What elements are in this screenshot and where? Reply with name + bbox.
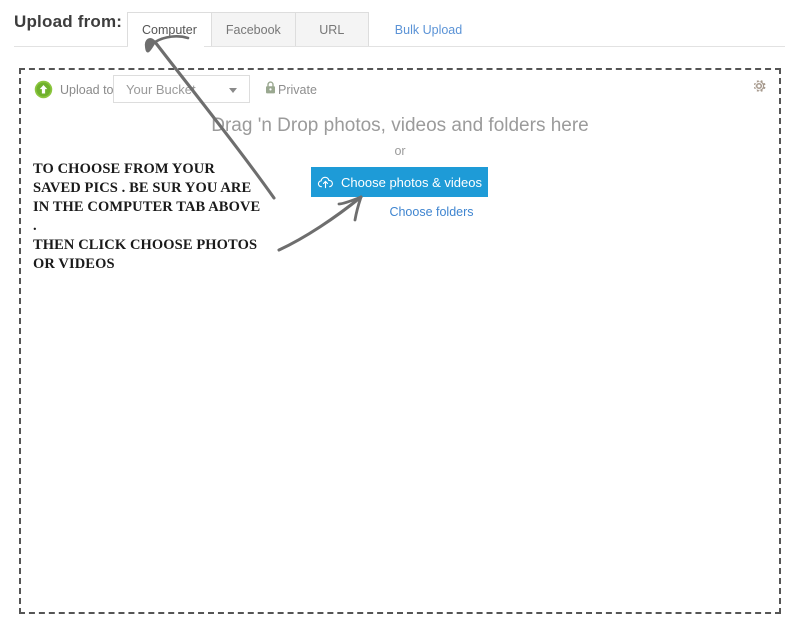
annotation-line: SAVED PICS . BE SUR YOU ARE xyxy=(33,180,252,196)
drag-drop-instruction: Drag 'n Drop photos, videos and folders … xyxy=(211,115,589,136)
tab-url-label: URL xyxy=(319,22,345,37)
tab-facebook-label: Facebook xyxy=(225,22,281,37)
or-separator-label: or xyxy=(394,144,406,158)
cloud-upload-icon xyxy=(317,176,334,189)
gear-icon[interactable] xyxy=(750,77,768,95)
tab-url[interactable]: URL xyxy=(294,12,369,47)
lock-icon xyxy=(265,81,276,94)
choose-photos-button[interactable]: Choose photos & videos xyxy=(311,167,488,197)
chevron-down-icon xyxy=(229,88,237,93)
active-tab-underline-gap xyxy=(128,46,204,48)
annotation-line: IN THE COMPUTER TAB ABOVE xyxy=(33,199,261,215)
annotation-line: OR VIDEOS xyxy=(33,256,115,272)
bucket-select-value: Your Bucket xyxy=(126,82,196,97)
upload-circle-icon xyxy=(34,80,53,99)
upload-source-tabs: Computer Facebook URL Bulk Upload xyxy=(127,12,472,47)
page-title: Upload from: xyxy=(14,12,123,31)
tab-computer[interactable]: Computer xyxy=(127,12,211,47)
annotation-line: TO CHOOSE FROM YOUR xyxy=(33,161,215,177)
annotation-note: TO CHOOSE FROM YOUR SAVED PICS . BE SUR … xyxy=(33,160,293,274)
upload-to-label: Upload to: xyxy=(60,83,117,97)
annotation-line: . xyxy=(33,218,37,234)
tab-bulk-upload-label: Bulk Upload xyxy=(394,22,463,37)
tab-bulk-upload[interactable]: Bulk Upload xyxy=(369,12,472,47)
choose-folders-link-label: Choose folders xyxy=(389,205,474,219)
annotation-line: THEN CLICK CHOOSE PHOTOS xyxy=(33,237,258,253)
bucket-select[interactable]: Your Bucket xyxy=(113,75,250,103)
privacy-status-label: Private xyxy=(278,83,317,97)
choose-photos-button-label: Choose photos & videos xyxy=(341,174,482,190)
upload-source-header: Upload from: Computer Facebook URL Bulk … xyxy=(0,0,800,48)
tab-computer-label: Computer xyxy=(142,22,197,37)
tab-facebook[interactable]: Facebook xyxy=(210,12,295,47)
